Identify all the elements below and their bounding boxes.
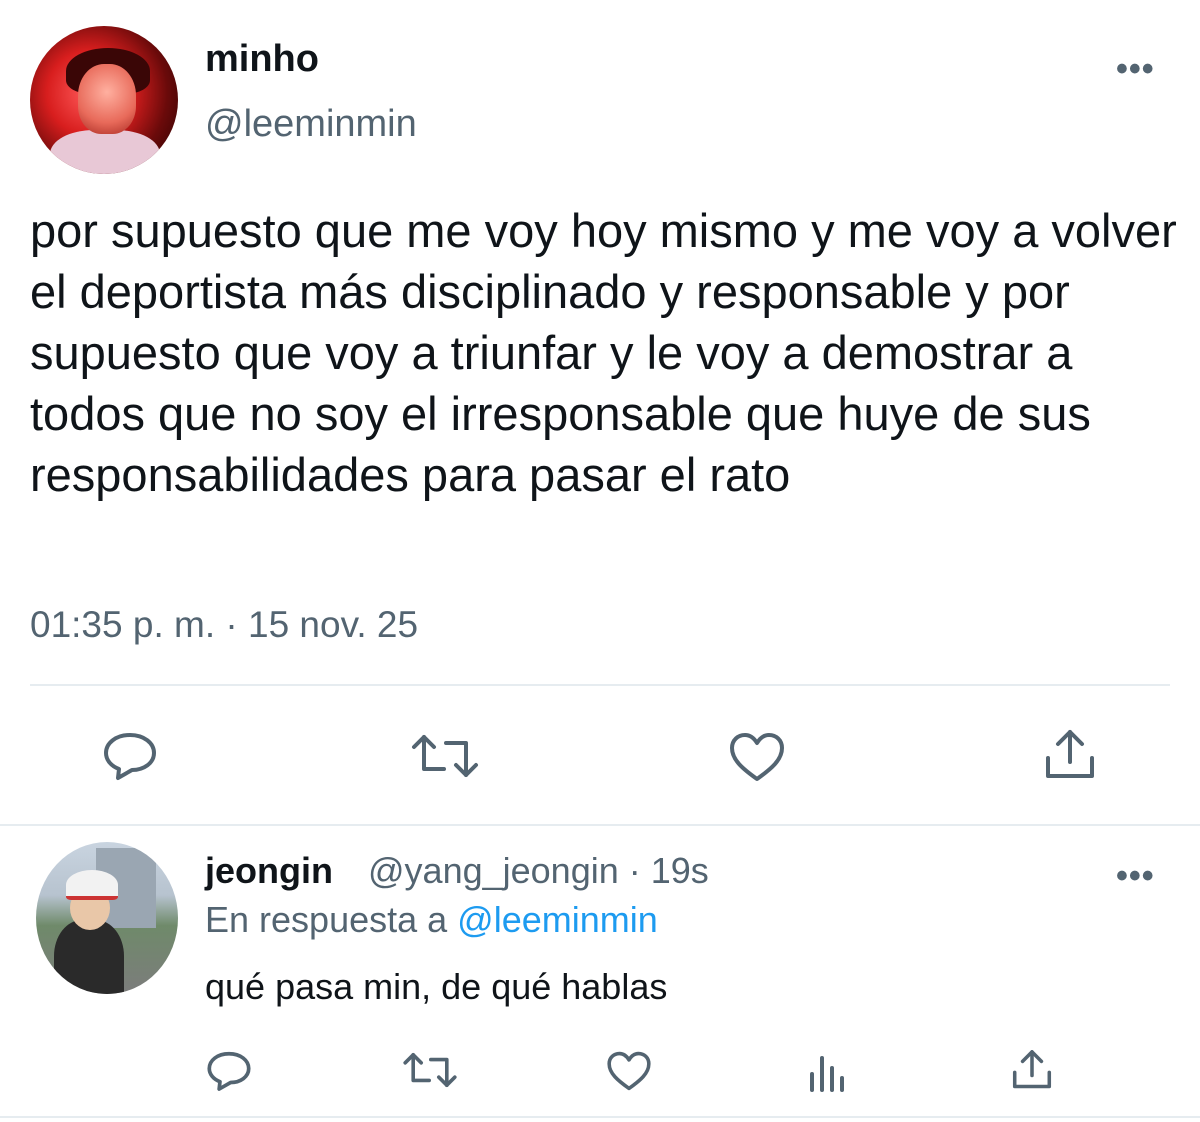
more-horizontal-icon[interactable]: ••• (1116, 50, 1155, 89)
author-name[interactable]: minho (205, 38, 319, 81)
like-icon (607, 1051, 651, 1091)
tweet-timestamp[interactable]: 01:35 p. m. · 15 nov. 25 (30, 604, 418, 646)
reply-icon (104, 733, 156, 780)
divider (30, 684, 1170, 686)
reply-prefix: En respuesta a (205, 899, 448, 940)
avatar-shirt (50, 130, 160, 174)
reply-share-button[interactable] (1010, 1048, 1054, 1092)
retweet-button[interactable] (410, 731, 480, 781)
reply-retweet-button[interactable] (402, 1050, 458, 1090)
reply-author-handle[interactable]: @yang_jeongin · 19s (368, 850, 709, 892)
like-icon (730, 733, 784, 781)
reply-views-button[interactable] (808, 1052, 848, 1092)
share-icon (1046, 730, 1094, 778)
share-button[interactable] (1042, 728, 1098, 782)
tweet-text: por supuesto que me voy hoy mismo y me v… (30, 204, 1177, 501)
avatar-face (78, 64, 136, 134)
divider (0, 824, 1200, 826)
share-icon (1012, 1050, 1052, 1089)
avatar-minho[interactable] (30, 26, 178, 174)
retweet-icon (403, 1053, 457, 1087)
avatar-cap (66, 870, 118, 900)
reply-like-button[interactable] (606, 1050, 652, 1092)
avatar-jeongin[interactable] (36, 842, 178, 994)
more-horizontal-icon[interactable]: ••• (1116, 857, 1155, 896)
reply-context: En respuesta a @leeminmin (205, 899, 658, 941)
reply-author-name[interactable]: jeongin (205, 850, 333, 892)
divider (0, 1116, 1200, 1118)
author-handle[interactable]: @leeminmin (205, 103, 417, 146)
reply-reply-button[interactable] (206, 1050, 252, 1092)
like-button[interactable] (728, 731, 786, 783)
reply-button[interactable] (102, 731, 158, 781)
reply-icon (207, 1051, 251, 1091)
views-icon (810, 1056, 844, 1092)
avatar-body (54, 920, 124, 994)
retweet-icon (412, 735, 478, 777)
reply-mention-link[interactable]: @leeminmin (457, 899, 658, 940)
reply-text: qué pasa min, de qué hablas (205, 966, 668, 1007)
